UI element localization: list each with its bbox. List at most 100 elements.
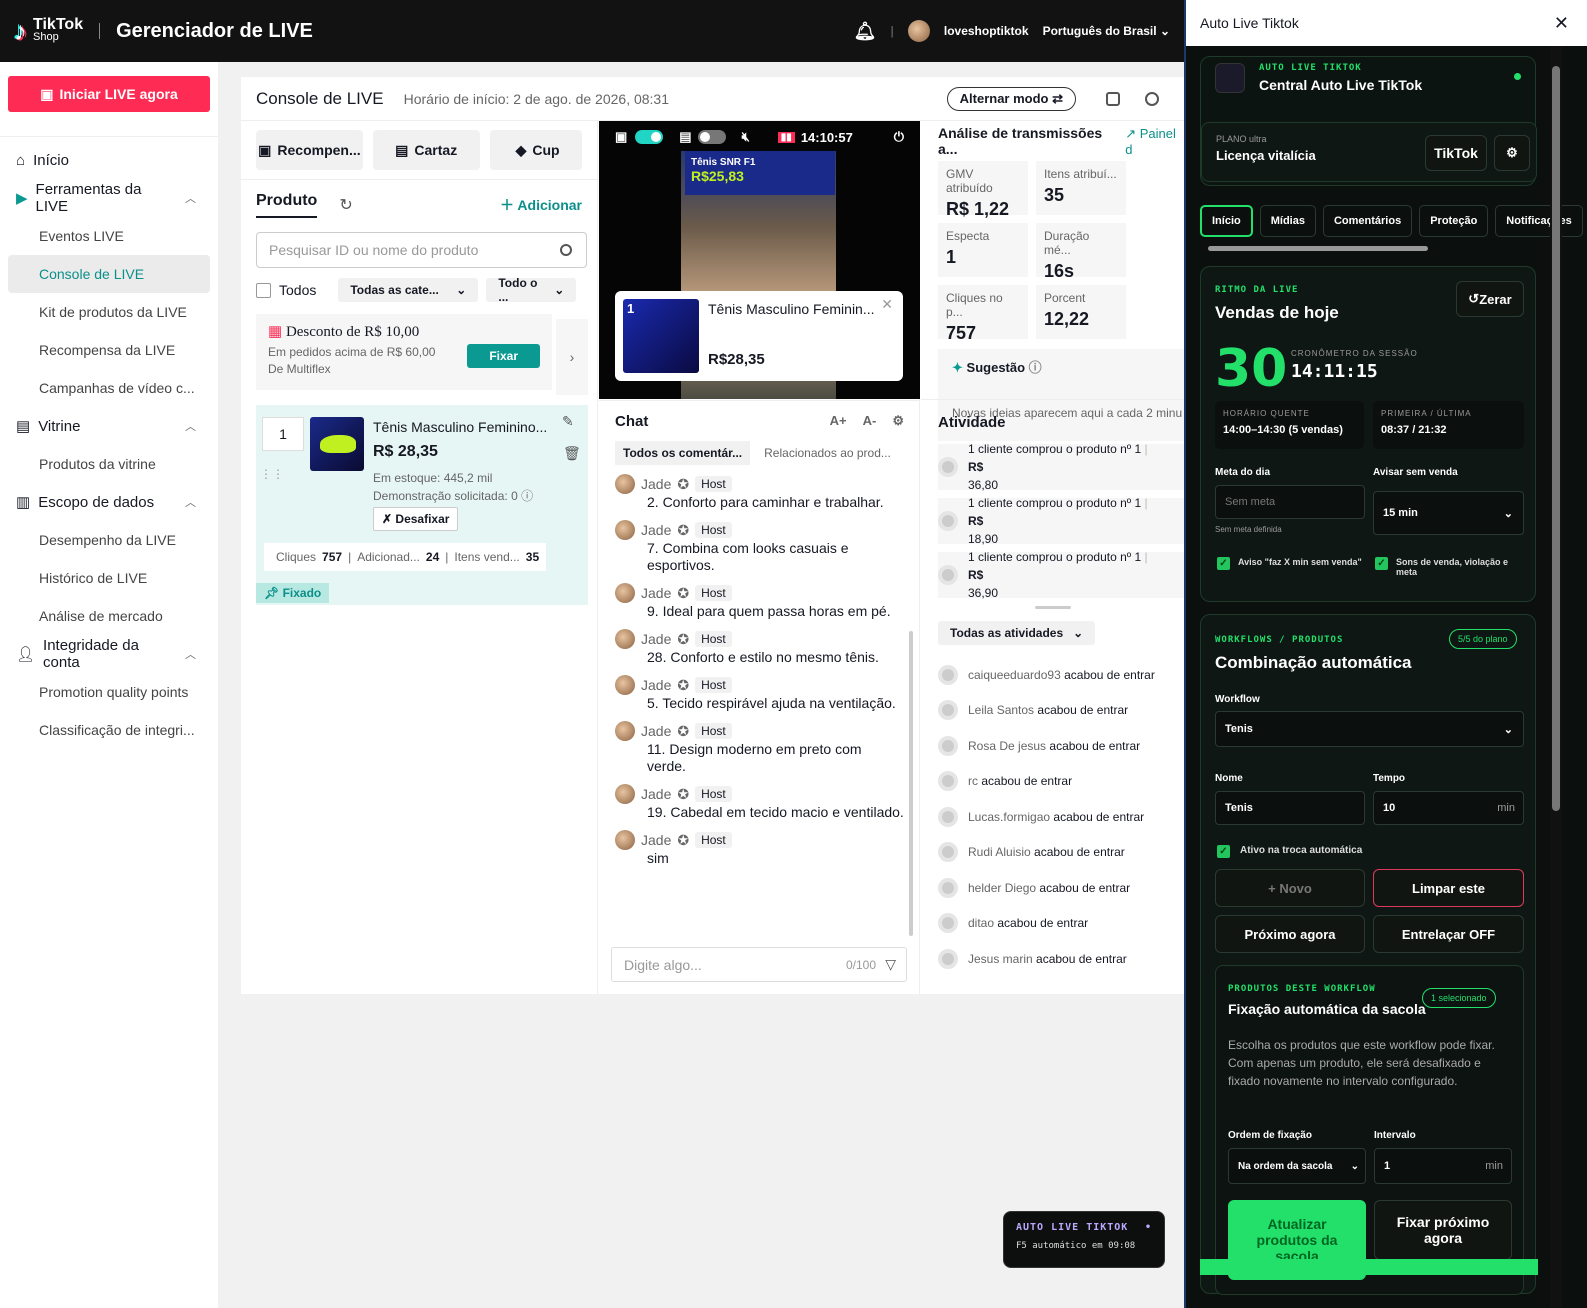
drag-handle-icon[interactable]: ⋮⋮ xyxy=(260,467,284,481)
product-card: 1 ⋮⋮ Tênis Masculino Feminino... R$ 28,3… xyxy=(256,405,588,605)
font-decrease-button[interactable]: A- xyxy=(863,413,877,429)
tab-product-comments[interactable]: Relacionados ao prod... xyxy=(764,441,891,465)
unpin-button[interactable]: ✗ Desafixar xyxy=(373,507,459,531)
panel-tab[interactable]: Comentários xyxy=(1322,205,1413,237)
nav-kit-produtos[interactable]: Kit de produtos da LIVE xyxy=(8,293,210,331)
panel-tab[interactable]: Proteção xyxy=(1419,205,1489,237)
join-activity: Rudi Aluisio acabou de entrar xyxy=(921,835,1184,871)
auto-live-mini-widget[interactable]: AUTO LIVE TIKTOK • F5 automático em 09:08 xyxy=(1003,1211,1165,1268)
pin-next-button[interactable]: Fixar próximo agora xyxy=(1374,1200,1512,1260)
panel-tab[interactable]: Mídias xyxy=(1259,205,1316,237)
send-icon: ▽ xyxy=(885,956,896,972)
panel-scrollbar[interactable] xyxy=(1550,46,1562,1308)
chat-message: Jade ✪ Host 5. Tecido respirável ajuda na v… xyxy=(599,675,920,712)
font-increase-button[interactable]: A+ xyxy=(830,413,847,429)
no-sale-alert-checkbox[interactable]: ✓ Aviso "faz X min sem venda" xyxy=(1217,557,1367,570)
bell-icon[interactable]: 🔔︎ xyxy=(854,21,877,42)
nav-group-dados[interactable]: ▥ Escopo de dados ︿ xyxy=(0,483,218,521)
nav-historico[interactable]: Histórico de LIVE xyxy=(8,559,210,597)
workflow-time-input[interactable]: 10 min xyxy=(1373,791,1524,825)
start-time: Horário de início: 2 de ago. de 2026, 08… xyxy=(403,90,670,107)
nav-group-integridade[interactable]: 👤︎ Integridade da conta ︿ xyxy=(0,635,218,673)
username[interactable]: loveshoptiktok xyxy=(944,24,1029,38)
screenshot-icon[interactable] xyxy=(1106,91,1120,106)
nav-group-vitrine[interactable]: ▤ Vitrine ︿ xyxy=(0,407,218,445)
resize-handle[interactable] xyxy=(1034,606,1071,609)
interval-input[interactable]: 1 min xyxy=(1374,1148,1512,1184)
switch-mode-button[interactable]: Alternar modo ⇄ xyxy=(946,86,1076,111)
nav-analise-mercado[interactable]: Análise de mercado xyxy=(8,597,210,635)
interleave-button[interactable]: Entrelaçar OFF xyxy=(1373,915,1524,953)
trash-icon[interactable]: 🗑︎ xyxy=(563,445,581,462)
join-activity: ditao acabou de entrar xyxy=(921,906,1184,942)
coupon-button[interactable]: ◆ Cup xyxy=(489,130,582,170)
workflow-name-input[interactable]: Tenis xyxy=(1215,791,1365,825)
nav-group-tools[interactable]: ▶ Ferramentas da LIVE ︿ xyxy=(0,179,218,217)
pin-order-select[interactable]: Na ordem da sacola ⌄ xyxy=(1228,1148,1366,1184)
edit-icon[interactable]: ✎ xyxy=(562,413,574,430)
nav-recompensa[interactable]: Recompensa da LIVE xyxy=(8,331,210,369)
product-search-input[interactable]: Pesquisar ID ou nome do produto xyxy=(256,232,587,268)
gear-icon[interactable]: ⚙ xyxy=(1494,135,1530,171)
camera-icon[interactable]: ▣ xyxy=(615,129,627,145)
doc-icon[interactable]: ▤ xyxy=(679,129,691,145)
select-all-checkbox[interactable] xyxy=(256,282,271,298)
nav-classificacao[interactable]: Classificação de integri... xyxy=(8,711,210,749)
video-toggle[interactable] xyxy=(635,130,664,144)
nav-desempenho[interactable]: Desempenho da LIVE xyxy=(8,521,210,559)
sounds-checkbox[interactable]: ✓ Sons de venda, violação e meta xyxy=(1375,557,1525,577)
no-sale-warning-select[interactable]: 15 min ⌄ xyxy=(1373,491,1524,535)
panel-tab[interactable]: Início xyxy=(1200,205,1253,237)
status-dropdown[interactable]: Todo o ... ⌄ xyxy=(486,276,577,304)
nav-produtos-vitrine[interactable]: Produtos da vitrine xyxy=(8,445,210,483)
refresh-icon[interactable]: ↻ xyxy=(339,195,352,215)
panel-tab[interactable]: Notificações xyxy=(1495,205,1583,237)
settings-icon[interactable]: ⚙ xyxy=(892,413,904,429)
nav-promotion-quality[interactable]: Promotion quality points xyxy=(8,673,210,711)
product-name: Tênis Masculino Feminino... xyxy=(373,419,548,435)
nav-campanhas[interactable]: Campanhas de vídeo c... xyxy=(8,369,210,407)
search-icon xyxy=(560,244,572,256)
category-dropdown[interactable]: Todas as cate... ⌄ xyxy=(338,278,479,302)
user-avatar-icon xyxy=(938,771,958,792)
next-now-button[interactable]: Próximo agora xyxy=(1215,915,1365,953)
go-live-button[interactable]: ▣ Iniciar LIVE agora xyxy=(8,76,210,112)
language-selector[interactable]: Português do Brasil ⌄ xyxy=(1043,24,1170,38)
doc-toggle[interactable] xyxy=(697,130,726,144)
auto-switch-checkbox[interactable]: ✓ Ativo na troca automática xyxy=(1217,845,1362,858)
avatar[interactable] xyxy=(907,20,930,42)
settings-icon[interactable] xyxy=(1145,91,1159,106)
nav-console-live[interactable]: Console de LIVE xyxy=(8,255,210,293)
live-preview: Tênis SNR F1 R$25,83 ▣ ▤ 🔇︎ ▮▮ 14:10:57 ⏻… xyxy=(599,121,920,399)
poster-button[interactable]: ▤ Cartaz xyxy=(372,130,480,170)
chat-input[interactable]: Digite algo... 0/100 ▽ xyxy=(611,947,907,982)
close-icon[interactable]: ✕ xyxy=(881,296,893,313)
reward-button[interactable]: ▣ Recompen... xyxy=(256,130,363,170)
message-text: 28. Conforto e estilo no mesmo tênis. xyxy=(647,649,879,665)
nav-eventos-live[interactable]: Eventos LIVE xyxy=(8,217,210,255)
pinned-product-overlay[interactable]: 1 Tênis Masculino Feminin... R$28,35 ✕ xyxy=(615,291,903,381)
close-icon[interactable]: ✕ xyxy=(1554,13,1569,34)
add-product-button[interactable]: ＋ Adicionar xyxy=(500,195,582,215)
tiktok-button[interactable]: TikTok xyxy=(1425,135,1487,171)
tabs-scrollbar[interactable] xyxy=(1208,246,1428,251)
verified-icon: ✪ xyxy=(677,676,690,693)
chevron-right-icon[interactable]: › xyxy=(556,319,588,395)
chat-scrollbar[interactable] xyxy=(909,631,913,936)
new-workflow-button[interactable]: + Novo xyxy=(1215,869,1365,907)
mute-icon[interactable]: 🔇︎ xyxy=(742,129,750,145)
activity-filter-dropdown[interactable]: Todas as atividades ⌄ xyxy=(938,621,1096,645)
tiktok-shop-logo[interactable]: ♪ TikTok Shop xyxy=(14,16,83,47)
pin-coupon-button[interactable]: Fixar xyxy=(467,344,540,368)
chevron-down-icon: ⌄ xyxy=(1073,626,1084,640)
clear-workflow-button[interactable]: Limpar este xyxy=(1373,869,1524,907)
workflow-select[interactable]: Tenis ⌄ xyxy=(1215,711,1524,747)
tab-all-comments[interactable]: Todos os comentár... xyxy=(615,441,751,465)
nav-inicio[interactable]: ⌂ Início xyxy=(0,141,218,179)
tab-product[interactable]: Produto xyxy=(256,192,318,218)
dashboard-link[interactable]: ↗ Painel d xyxy=(1125,126,1184,157)
reset-button[interactable]: ↺ Zerar xyxy=(1456,281,1524,317)
daily-goal-input[interactable]: Sem meta xyxy=(1215,485,1365,519)
product-qty[interactable]: 1 xyxy=(262,417,304,451)
power-icon[interactable]: ⏻ xyxy=(894,129,904,145)
